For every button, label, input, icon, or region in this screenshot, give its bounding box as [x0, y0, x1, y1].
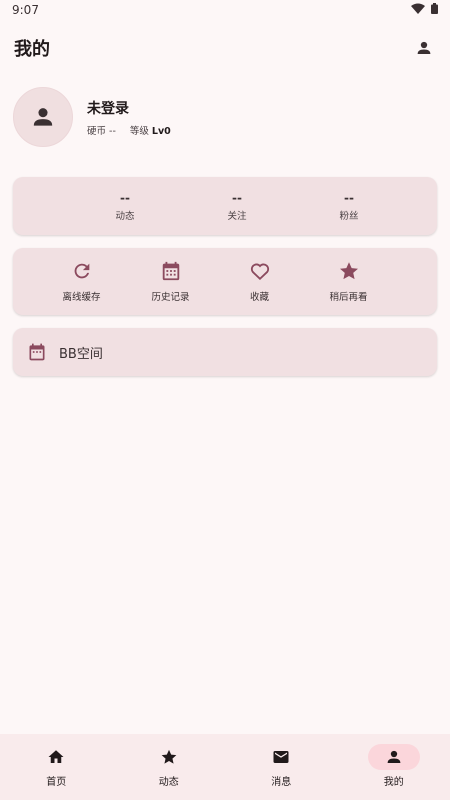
- nav-active-indicator: [367, 744, 420, 770]
- heart-icon: [250, 263, 269, 281]
- nav-label: 首页: [46, 777, 67, 788]
- nav-messages[interactable]: 消息: [225, 734, 338, 800]
- wifi-icon: [411, 3, 425, 17]
- nav-label: 动态: [158, 777, 179, 788]
- person-icon: [417, 41, 431, 54]
- coins-label: 硬币 --: [87, 125, 116, 137]
- calendar-icon: [162, 261, 179, 281]
- star-icon: [161, 749, 177, 764]
- home-icon: [48, 750, 64, 763]
- stat-value: --: [232, 190, 242, 205]
- account-button[interactable]: [412, 36, 436, 60]
- app-bar: 我的: [0, 28, 450, 68]
- calendar-icon: [29, 343, 45, 361]
- battery-icon: [431, 3, 438, 17]
- status-bar: 9:07: [0, 0, 450, 20]
- status-time: 9:07: [12, 3, 39, 17]
- avatar[interactable]: [13, 87, 73, 147]
- page-title: 我的: [14, 39, 50, 60]
- stat-value: --: [120, 190, 130, 205]
- bottom-navigation: 首页 动态 消息 我的: [0, 734, 450, 800]
- profile-header[interactable]: 未登录 硬币 -- 等级 Lv0: [13, 86, 437, 148]
- nav-me[interactable]: 我的: [338, 734, 450, 800]
- stat-dynamics[interactable]: -- 动态: [69, 177, 181, 235]
- stat-label: 关注: [227, 210, 247, 222]
- nav-dynamics[interactable]: 动态: [113, 734, 226, 800]
- stat-value: --: [344, 190, 354, 205]
- bb-space-label: BB空间: [59, 346, 103, 362]
- refresh-icon: [74, 263, 89, 279]
- watch-later-button[interactable]: 稍后再看: [304, 248, 393, 315]
- nav-label: 消息: [271, 777, 292, 788]
- action-label: 稍后再看: [329, 292, 368, 303]
- bb-space-item[interactable]: BB空间: [13, 328, 437, 376]
- stat-followers[interactable]: -- 粉丝: [293, 177, 405, 235]
- action-label: 离线缓存: [62, 292, 101, 303]
- action-label: 历史记录: [151, 292, 190, 303]
- star-icon: [339, 262, 358, 280]
- stat-following[interactable]: -- 关注: [181, 177, 293, 235]
- stat-label: 动态: [115, 210, 135, 222]
- stats-card: -- 动态 -- 关注 -- 粉丝: [13, 177, 437, 235]
- level-value: Lv0: [151, 125, 171, 137]
- stat-label: 粉丝: [339, 210, 359, 222]
- offline-cache-button[interactable]: 离线缓存: [37, 248, 126, 315]
- favorites-button[interactable]: 收藏: [215, 248, 304, 315]
- person-icon: [387, 750, 401, 763]
- nav-home[interactable]: 首页: [0, 734, 113, 800]
- action-label: 收藏: [249, 292, 269, 303]
- profile-name: 未登录: [87, 100, 129, 117]
- mail-icon: [273, 751, 289, 763]
- person-icon: [33, 108, 53, 126]
- nav-label: 我的: [383, 777, 404, 788]
- level-label: 等级 Lv0: [129, 125, 171, 137]
- quick-actions-card: 离线缓存 历史记录 收藏 稍后再看: [13, 248, 437, 315]
- history-button[interactable]: 历史记录: [126, 248, 215, 315]
